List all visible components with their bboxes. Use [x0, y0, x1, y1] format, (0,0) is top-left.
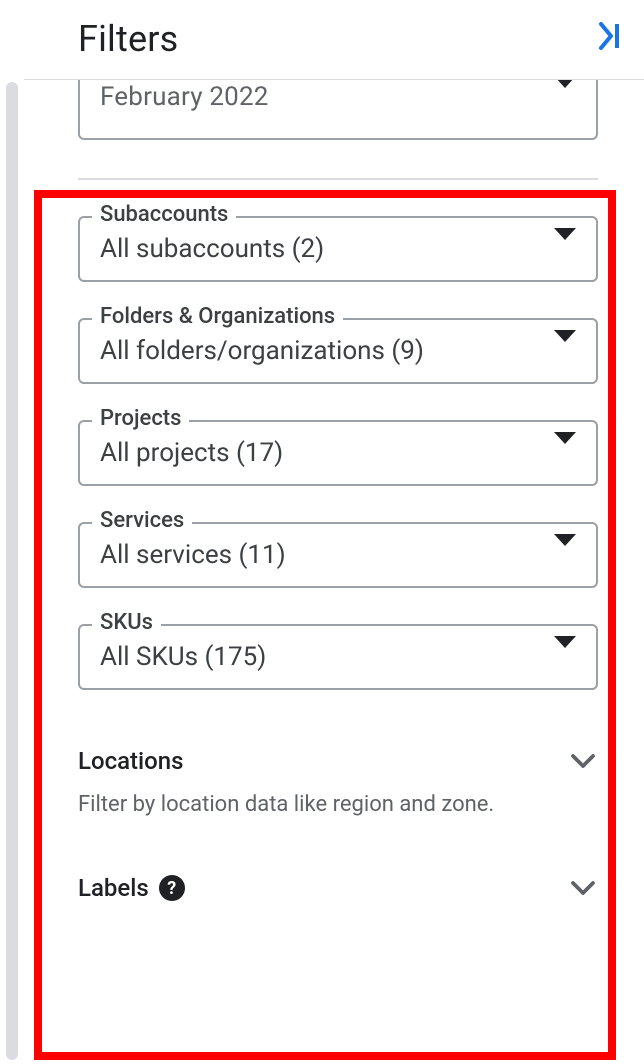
- date-range-value: February 2022: [100, 82, 269, 112]
- filters-panel-root: Filters February 2022 Subaccounts All su…: [0, 0, 644, 1064]
- collapse-panel-button[interactable]: [598, 22, 626, 57]
- labels-title: Labels: [78, 874, 149, 902]
- caret-down-icon: [554, 88, 576, 107]
- folders-filter: Folders & Organizations All folders/orga…: [78, 318, 598, 384]
- locations-section: Locations Filter by location data like r…: [78, 746, 598, 817]
- services-filter: Services All services (11): [78, 522, 598, 588]
- chevron-right-icon: [598, 22, 624, 57]
- folders-value: All folders/organizations (9): [100, 336, 424, 366]
- help-icon[interactable]: ?: [159, 875, 185, 901]
- filter-group: Subaccounts All subaccounts (2) Folders …: [78, 216, 598, 903]
- caret-down-icon: [554, 648, 576, 667]
- chevron-down-icon: [568, 873, 598, 903]
- labels-section: Labels ?: [78, 873, 598, 903]
- panel-header: Filters: [24, 0, 644, 79]
- caret-down-icon: [554, 444, 576, 463]
- subaccounts-filter: Subaccounts All subaccounts (2): [78, 216, 598, 282]
- caret-down-icon: [554, 342, 576, 361]
- chevron-down-icon: [568, 746, 598, 776]
- date-range-dropdown[interactable]: February 2022: [78, 80, 598, 140]
- vertical-scrollbar[interactable]: [6, 82, 18, 1060]
- skus-filter: SKUs All SKUs (175): [78, 624, 598, 690]
- filters-panel: Filters February 2022 Subaccounts All su…: [24, 0, 644, 1064]
- locations-title: Locations: [78, 747, 183, 775]
- locations-header[interactable]: Locations: [78, 746, 598, 776]
- services-label: Services: [92, 508, 192, 533]
- folders-label: Folders & Organizations: [92, 304, 343, 329]
- panel-title: Filters: [78, 18, 178, 60]
- projects-label: Projects: [92, 406, 189, 431]
- caret-down-icon: [554, 240, 576, 259]
- projects-value: All projects (17): [100, 438, 283, 468]
- subaccounts-value: All subaccounts (2): [100, 234, 324, 264]
- projects-filter: Projects All projects (17): [78, 420, 598, 486]
- section-divider: [78, 178, 598, 180]
- skus-label: SKUs: [92, 610, 161, 635]
- panel-content: February 2022 Subaccounts All subaccount…: [24, 80, 644, 903]
- caret-down-icon: [554, 546, 576, 565]
- locations-subtitle: Filter by location data like region and …: [78, 792, 598, 817]
- subaccounts-label: Subaccounts: [92, 202, 236, 227]
- labels-header[interactable]: Labels ?: [78, 873, 598, 903]
- skus-value: All SKUs (175): [100, 642, 266, 672]
- services-value: All services (11): [100, 540, 286, 570]
